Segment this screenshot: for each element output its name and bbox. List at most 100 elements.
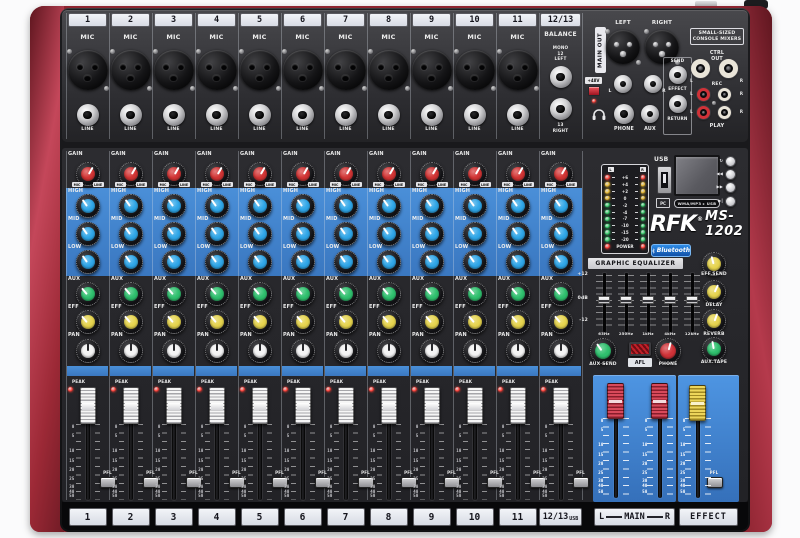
delay-knob[interactable] [702,280,726,304]
channel-fader[interactable] [123,387,139,424]
channel-fader[interactable] [252,387,268,424]
mid-knob[interactable] [162,222,186,246]
eff-knob[interactable] [162,310,186,334]
eq-band-slider[interactable] [620,296,632,304]
aux-knob[interactable] [549,282,573,306]
channel-fader[interactable] [209,387,225,424]
previous-button[interactable] [725,169,736,180]
aux-send-knob[interactable] [590,338,616,364]
eff-knob[interactable] [334,310,358,334]
aux-knob[interactable] [205,282,229,306]
high-knob[interactable] [291,194,315,218]
aux-knob[interactable] [119,282,143,306]
high-knob[interactable] [119,194,143,218]
aux-knob[interactable] [506,282,530,306]
high-knob[interactable] [463,194,487,218]
mid-knob[interactable] [377,222,401,246]
low-knob[interactable] [377,250,401,274]
play-pause-button[interactable] [725,196,736,207]
low-knob[interactable] [420,250,444,274]
low-knob[interactable] [506,250,530,274]
pan-knob[interactable] [119,339,143,363]
pfl-button[interactable] [573,477,589,488]
high-knob[interactable] [162,194,186,218]
high-knob[interactable] [420,194,444,218]
channel-fader[interactable] [381,387,397,424]
low-knob[interactable] [248,250,272,274]
eq-band-slider[interactable] [642,296,654,304]
aux-knob[interactable] [162,282,186,306]
aux-tape-knob[interactable] [702,337,726,361]
eff-knob[interactable] [291,310,315,334]
high-knob[interactable] [76,194,100,218]
aux-knob[interactable] [76,282,100,306]
high-knob[interactable] [377,194,401,218]
aux-knob[interactable] [334,282,358,306]
channel-fader[interactable] [467,387,483,424]
pan-knob[interactable] [506,339,530,363]
aux-knob[interactable] [463,282,487,306]
channel-fader[interactable] [553,387,569,424]
mid-knob[interactable] [119,222,143,246]
phone-knob[interactable] [655,338,681,364]
mid-knob[interactable] [463,222,487,246]
low-knob[interactable] [76,250,100,274]
eff-knob[interactable] [377,310,401,334]
afl-window[interactable] [629,342,651,356]
high-knob[interactable] [549,194,573,218]
aux-knob[interactable] [248,282,272,306]
high-knob[interactable] [334,194,358,218]
mid-knob[interactable] [506,222,530,246]
effect-fader[interactable] [689,385,706,421]
high-knob[interactable] [248,194,272,218]
eff-knob[interactable] [506,310,530,334]
high-knob[interactable] [506,194,530,218]
eff-knob[interactable] [463,310,487,334]
low-knob[interactable] [463,250,487,274]
channel-fader[interactable] [80,387,96,424]
pan-knob[interactable] [291,339,315,363]
low-knob[interactable] [162,250,186,274]
reverb-knob[interactable] [702,309,726,333]
low-knob[interactable] [334,250,358,274]
mid-knob[interactable] [334,222,358,246]
mid-knob[interactable] [248,222,272,246]
pan-knob[interactable] [205,339,229,363]
eff-knob[interactable] [119,310,143,334]
repeat-button[interactable] [725,156,736,167]
low-knob[interactable] [291,250,315,274]
eff-knob[interactable] [420,310,444,334]
low-knob[interactable] [549,250,573,274]
pan-knob[interactable] [463,339,487,363]
eff-knob[interactable] [248,310,272,334]
pan-knob[interactable] [248,339,272,363]
mid-knob[interactable] [549,222,573,246]
channel-fader[interactable] [295,387,311,424]
eq-band-slider[interactable] [686,296,698,304]
pan-knob[interactable] [76,339,100,363]
mid-knob[interactable] [420,222,444,246]
pan-knob[interactable] [549,339,573,363]
mid-knob[interactable] [205,222,229,246]
channel-fader[interactable] [338,387,354,424]
low-knob[interactable] [119,250,143,274]
main-right-fader[interactable] [651,383,668,419]
pan-knob[interactable] [334,339,358,363]
pan-knob[interactable] [162,339,186,363]
channel-fader[interactable] [510,387,526,424]
channel-fader[interactable] [424,387,440,424]
phantom-power-switch[interactable] [588,86,600,96]
aux-knob[interactable] [377,282,401,306]
low-knob[interactable] [205,250,229,274]
main-left-fader[interactable] [607,383,624,419]
pan-knob[interactable] [377,339,401,363]
eq-band-slider[interactable] [664,296,676,304]
eff-knob[interactable] [549,310,573,334]
eff-knob[interactable] [76,310,100,334]
pan-knob[interactable] [420,339,444,363]
eff-knob[interactable] [205,310,229,334]
eq-band-slider[interactable] [598,296,610,304]
mid-knob[interactable] [291,222,315,246]
aux-knob[interactable] [420,282,444,306]
high-knob[interactable] [205,194,229,218]
